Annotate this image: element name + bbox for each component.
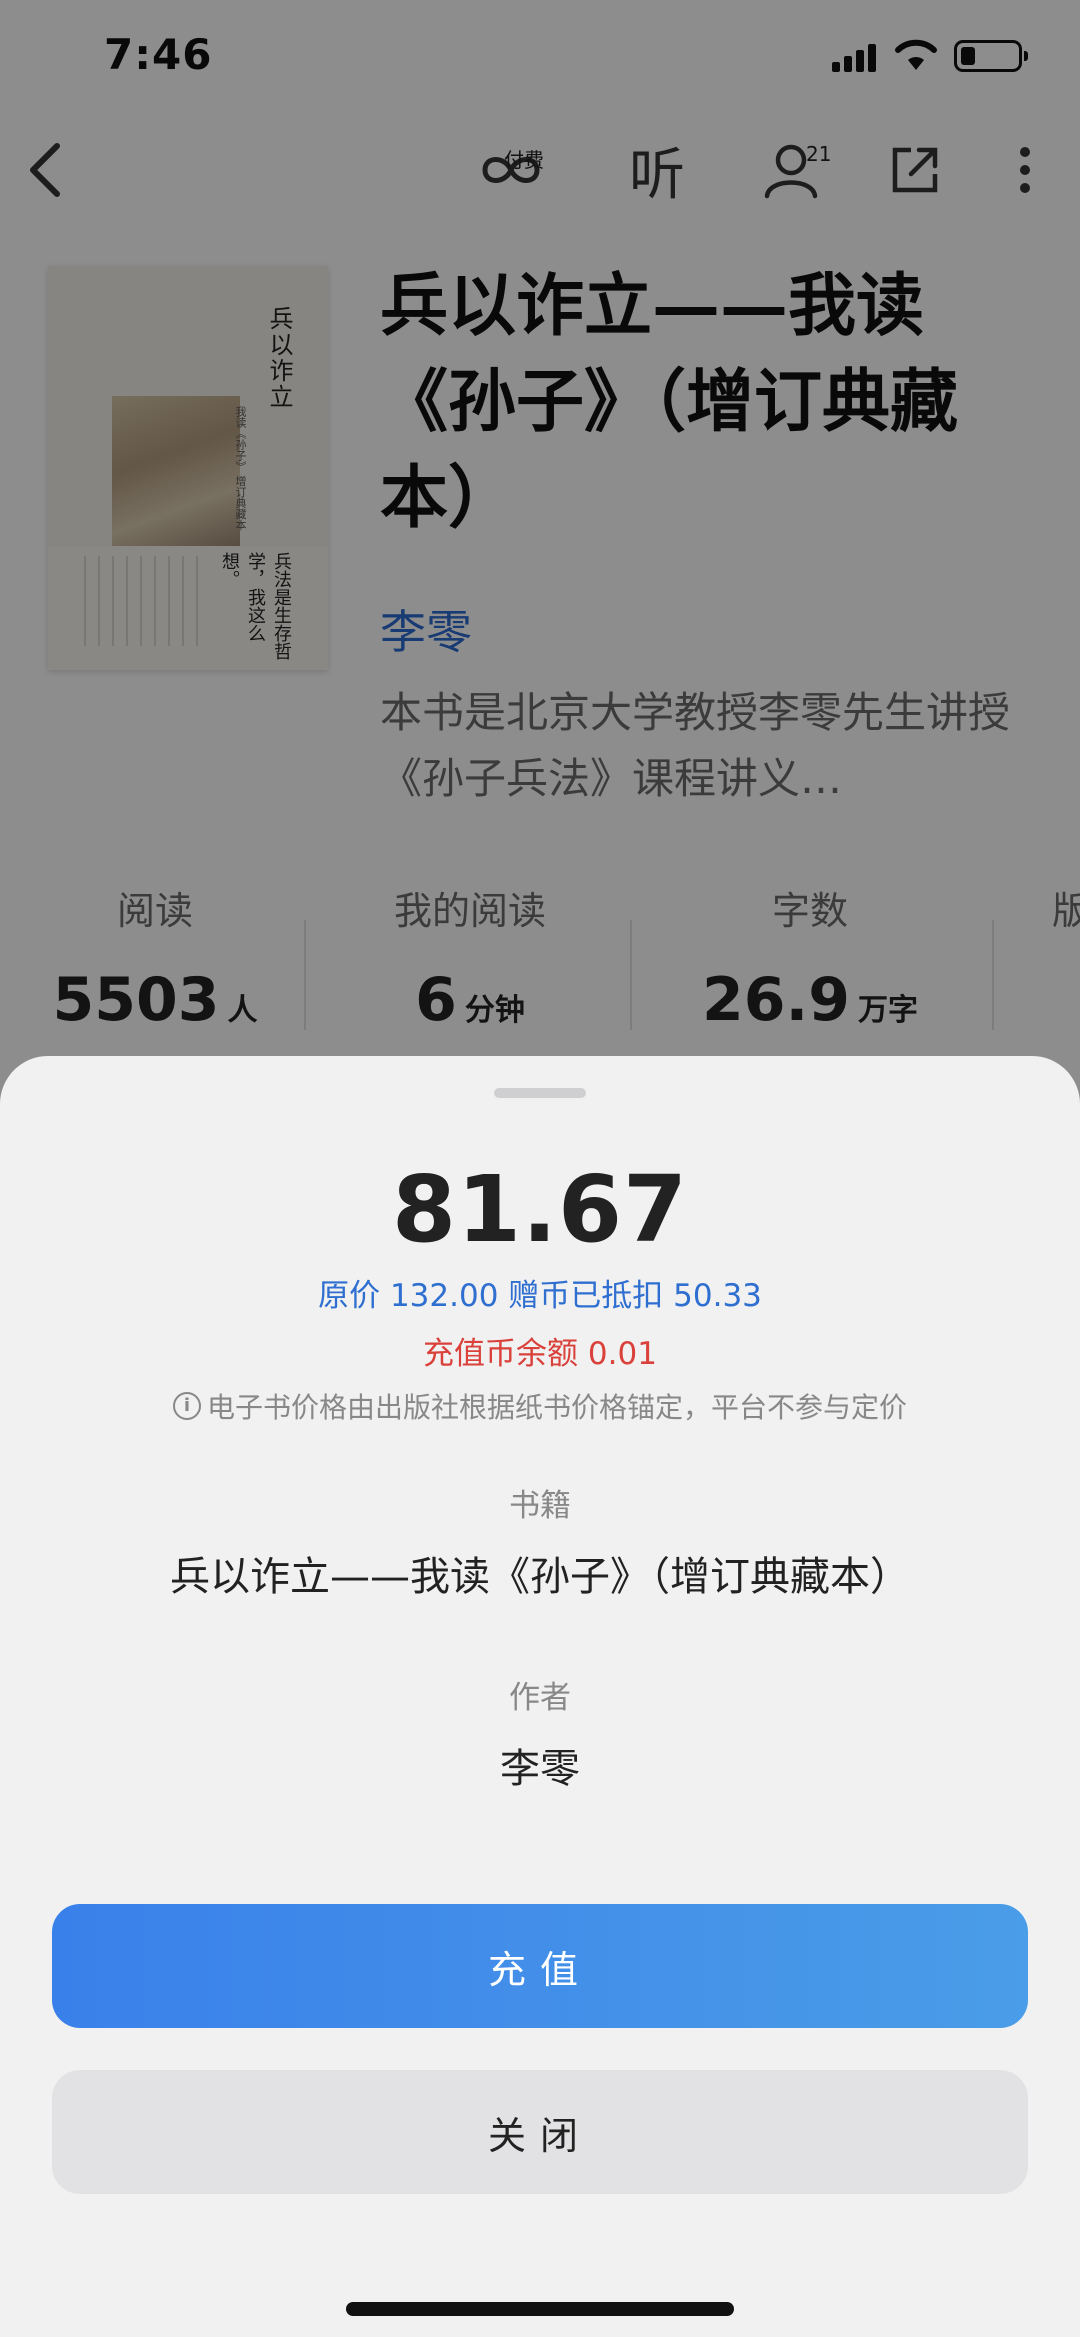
price-detail: 原价 132.00 赠币已抵扣 50.33 xyxy=(318,1278,762,1314)
close-button[interactable]: 关闭 xyxy=(52,2070,1028,2194)
pricing-notice: i 电子书价格由出版社根据纸书价格锚定，平台不参与定价 xyxy=(0,1386,1080,1426)
recharge-balance: 充值币余额 0.01 xyxy=(423,1336,657,1372)
price: 81.67 xyxy=(391,1156,688,1263)
pricing-notice-text: 电子书价格由出版社根据纸书价格锚定，平台不参与定价 xyxy=(206,1391,907,1424)
book-label: 书籍 xyxy=(509,1488,571,1524)
info-icon: i xyxy=(172,1392,201,1420)
recharge-button[interactable]: 充值 xyxy=(52,1904,1028,2028)
purchase-sheet: 81.67 原价 132.00 赠币已抵扣 50.33 充值币余额 0.01 i… xyxy=(0,1056,1080,2337)
author-label: 作者 xyxy=(509,1680,571,1716)
book-name: 兵以诈立——我读《孙子》（增订典藏本） xyxy=(170,1554,910,1600)
author-name: 李零 xyxy=(500,1746,580,1792)
home-indicator[interactable] xyxy=(346,2302,734,2316)
drag-handle[interactable] xyxy=(494,1088,586,1098)
